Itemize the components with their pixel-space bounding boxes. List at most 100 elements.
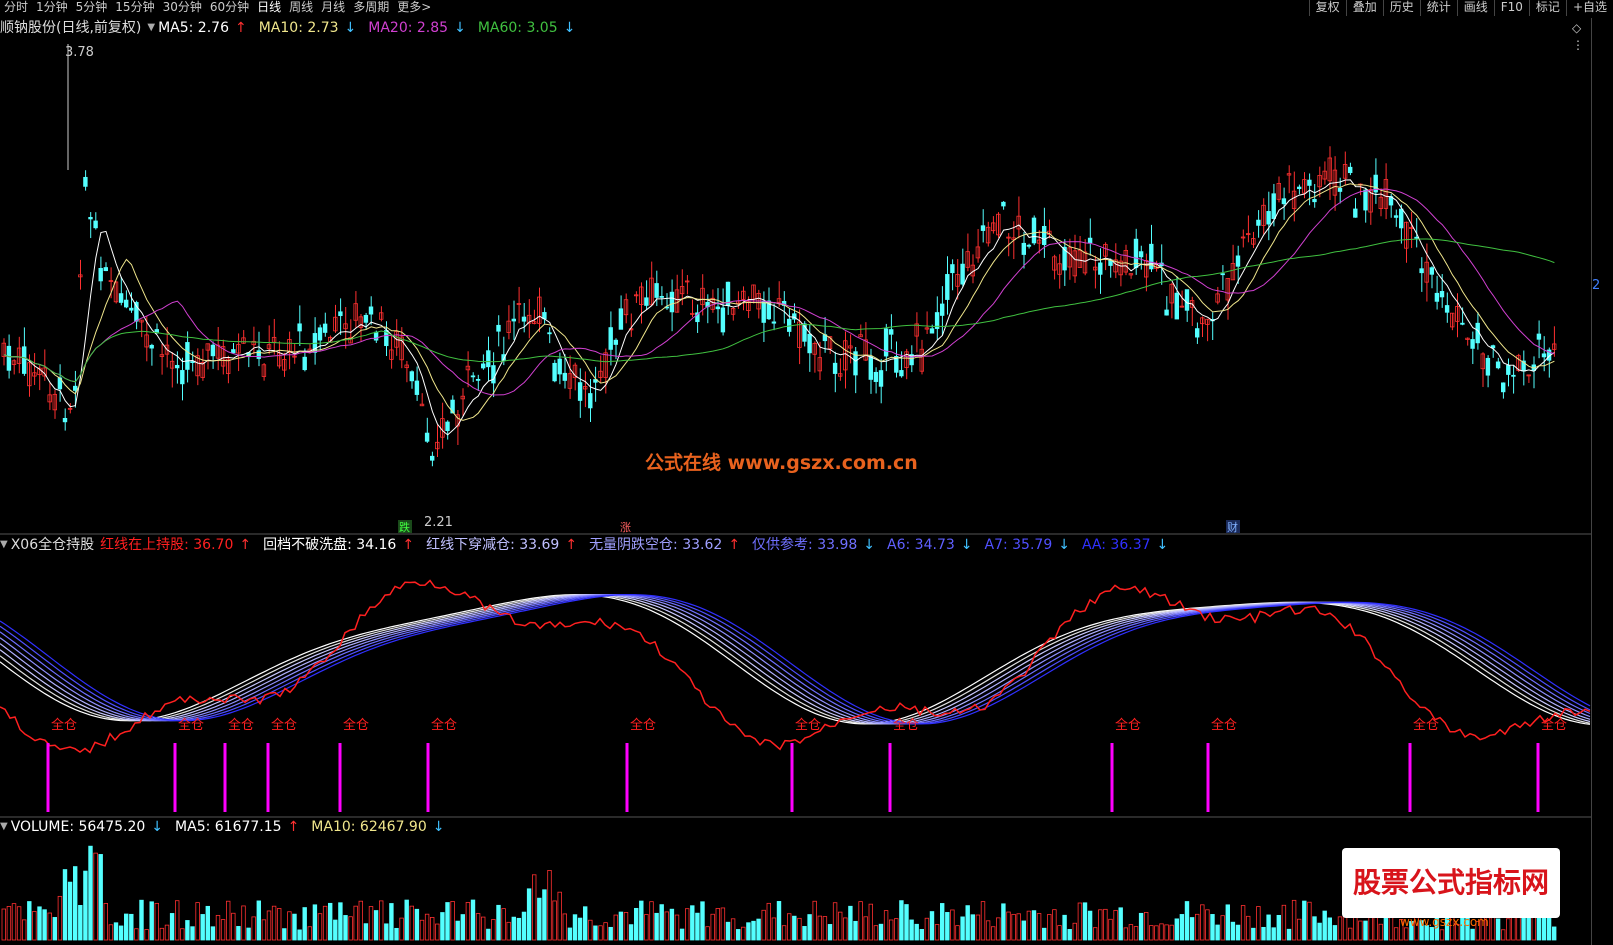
volume-bar xyxy=(1302,900,1307,941)
volume-bar xyxy=(832,902,838,941)
candle-body xyxy=(1307,179,1312,186)
volume-bar xyxy=(1052,909,1057,941)
volume-bar xyxy=(1215,924,1220,941)
tab-daily[interactable]: 日线 xyxy=(253,0,285,16)
candle-body xyxy=(62,418,68,423)
candle-body xyxy=(899,370,904,377)
candle-body xyxy=(129,307,134,311)
l6-legend: A6: 34.73 ↓ xyxy=(887,537,973,553)
volume-bar xyxy=(848,905,853,941)
candle-body xyxy=(174,364,180,369)
moving-average-lines xyxy=(3,179,1555,436)
cai-marker[interactable]: 财 xyxy=(1227,520,1238,534)
volume-bar xyxy=(124,913,129,941)
volume-bar xyxy=(210,926,216,941)
volume-bar xyxy=(83,870,88,941)
tab-1min[interactable]: 1分钟 xyxy=(32,0,72,16)
volume-bar xyxy=(1470,928,1475,941)
volume-bar xyxy=(771,917,777,941)
volume-bar xyxy=(664,911,669,941)
zhang-marker[interactable]: 涨 xyxy=(620,521,631,534)
indicator-name[interactable]: X06全仓持股 xyxy=(11,536,94,554)
candle-body xyxy=(317,327,323,341)
candle-body xyxy=(1501,382,1506,393)
tab-weekly[interactable]: 周线 xyxy=(285,0,317,16)
volume-bar xyxy=(236,926,241,941)
volume-bar xyxy=(868,903,873,941)
volume-bar xyxy=(47,912,52,941)
candle-body xyxy=(521,316,527,322)
add-watchlist-button[interactable]: +自选 xyxy=(1565,0,1613,16)
tab-fenshi[interactable]: 分时 xyxy=(0,0,32,16)
volume-bar xyxy=(572,914,578,941)
volume-bar xyxy=(338,902,343,941)
candle-body xyxy=(720,307,726,333)
volume-bar xyxy=(567,927,573,941)
volume-bar xyxy=(685,908,690,941)
signal-label: 全仓 xyxy=(1541,717,1567,733)
die-marker[interactable]: 跌 xyxy=(399,520,410,534)
volume-bar xyxy=(1067,929,1072,941)
tab-multi-period[interactable]: 多周期 xyxy=(349,0,393,16)
volume-bar xyxy=(62,869,68,941)
f10-button[interactable]: F10 xyxy=(1493,0,1529,16)
volume-bar xyxy=(521,911,527,941)
volume-bar xyxy=(1281,904,1287,941)
signal-label: 全仓 xyxy=(1115,717,1141,733)
caret-down-icon[interactable]: ▼ xyxy=(0,536,8,554)
volume-bar xyxy=(506,921,511,941)
volume-bar xyxy=(1062,914,1067,941)
l7-legend: A7: 35.79 ↓ xyxy=(984,537,1070,553)
candle-body xyxy=(1195,328,1200,338)
volume-bar xyxy=(1276,914,1281,941)
history-button[interactable]: 历史 xyxy=(1382,0,1420,16)
l4-legend: 无量阴跌空仓: 33.62 ↑ xyxy=(589,537,741,553)
tab-more[interactable]: 更多> xyxy=(393,0,435,16)
volume-bar xyxy=(914,923,919,941)
volume-bar xyxy=(139,899,144,941)
volume-bar xyxy=(353,905,358,941)
candle-body xyxy=(496,324,501,332)
candle-body xyxy=(180,370,185,385)
tab-15min[interactable]: 15分钟 xyxy=(111,0,158,16)
volume-bar xyxy=(889,919,894,941)
tab-5min[interactable]: 5分钟 xyxy=(72,0,112,16)
volume-bar xyxy=(180,928,185,941)
volume-bar xyxy=(644,914,649,941)
volume-bar xyxy=(776,901,782,941)
volume-bar xyxy=(1026,910,1032,941)
draw-button[interactable]: 画线 xyxy=(1456,0,1494,16)
menu-icon[interactable]: ⋮ xyxy=(1572,38,1584,52)
fuquan-button[interactable]: 复权 xyxy=(1308,0,1346,16)
signal-label: 全仓 xyxy=(893,717,919,733)
ma10-legend: MA10: 2.73 ↓ xyxy=(258,20,357,36)
candle-body xyxy=(480,363,486,369)
stock-title: 顺钠股份(日线,前复权) xyxy=(0,20,142,36)
volume-bar xyxy=(511,916,516,941)
volume-bar xyxy=(312,904,318,941)
volume-bar xyxy=(266,910,272,941)
caret-down-icon[interactable]: ▼ xyxy=(0,818,8,836)
volume-bar xyxy=(1184,901,1190,941)
candle-body xyxy=(1266,211,1271,225)
volume-bar xyxy=(1042,927,1047,941)
volume-bar xyxy=(389,903,394,941)
volume-bar xyxy=(843,917,848,941)
candle-body xyxy=(1363,189,1368,211)
mark-button[interactable]: 标记 xyxy=(1528,0,1566,16)
volume-bar xyxy=(955,925,960,941)
volume-bar xyxy=(1378,923,1383,941)
tab-30min[interactable]: 30分钟 xyxy=(159,0,206,16)
candle-body xyxy=(608,327,613,350)
volume-bar xyxy=(307,926,312,941)
caret-down-icon[interactable]: ▼ xyxy=(147,19,155,37)
stats-button[interactable]: 统计 xyxy=(1419,0,1457,16)
volume-bar xyxy=(363,923,369,941)
tab-60min[interactable]: 60分钟 xyxy=(206,0,253,16)
volume-bar xyxy=(1036,913,1042,941)
overlay-button[interactable]: 叠加 xyxy=(1345,0,1383,16)
volume-bar xyxy=(700,901,705,941)
diamond-icon[interactable]: ◇ xyxy=(1572,21,1581,35)
candle-body xyxy=(470,375,476,378)
tab-monthly[interactable]: 月线 xyxy=(317,0,349,16)
